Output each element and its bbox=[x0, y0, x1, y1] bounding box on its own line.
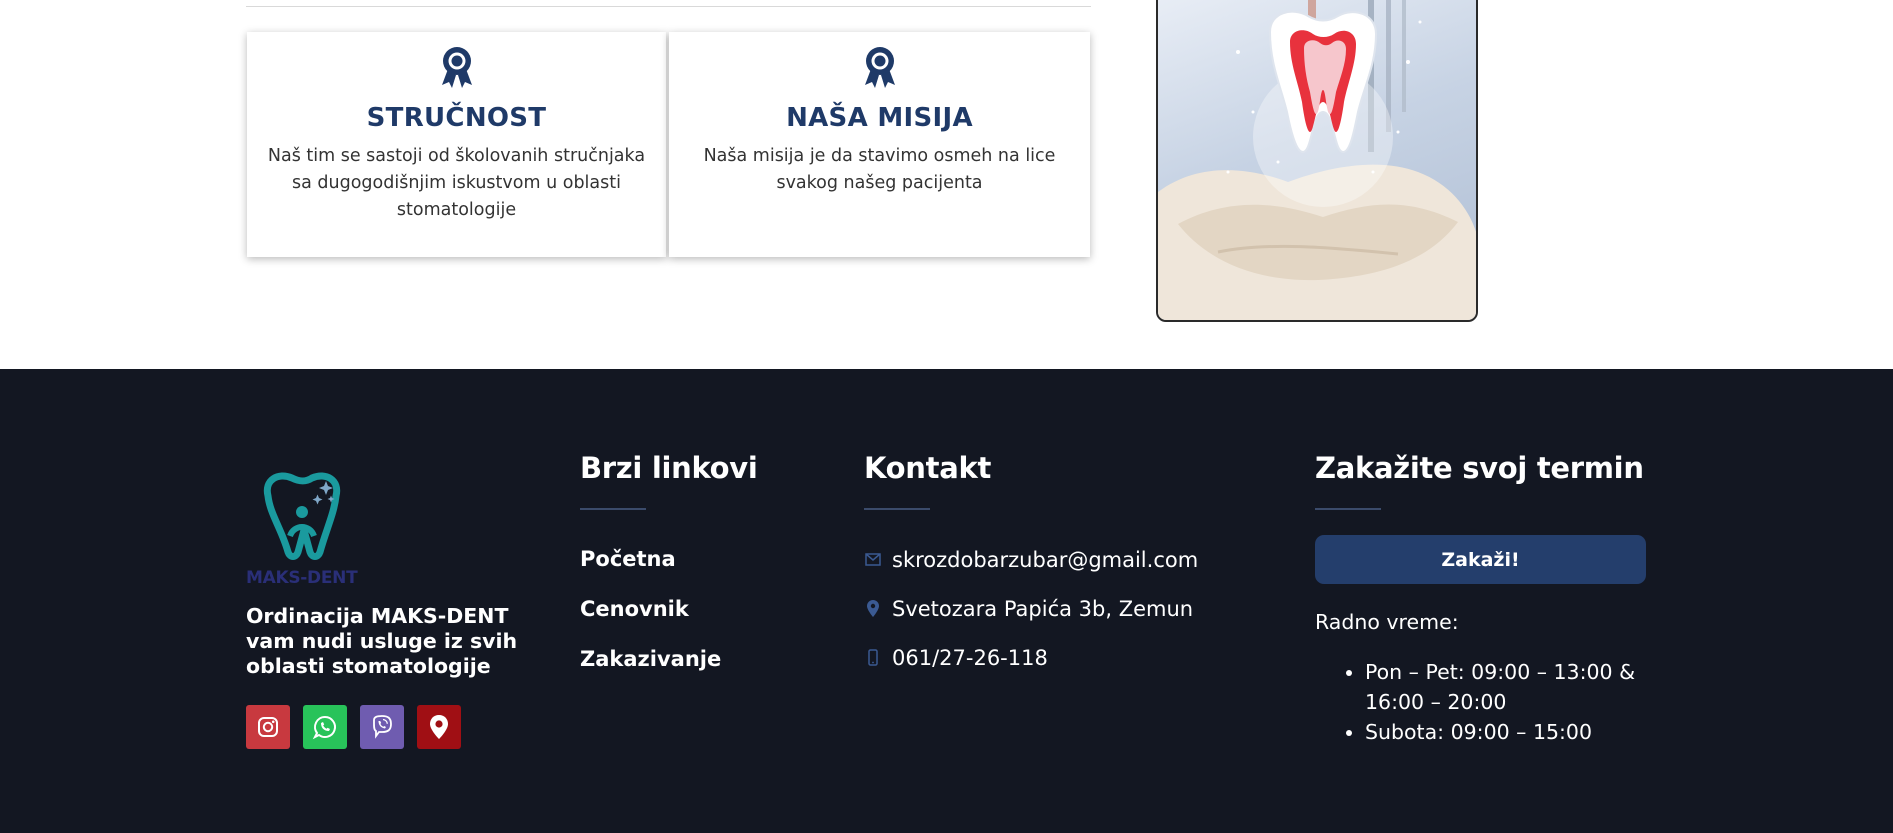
whatsapp-button[interactable] bbox=[303, 705, 347, 749]
instagram-button[interactable] bbox=[246, 705, 290, 749]
map-location-button[interactable] bbox=[417, 705, 461, 749]
mobile-phone-icon bbox=[864, 649, 881, 666]
site-footer: MAKS-DENT Ordinacija MAKS-DENT vam nudi … bbox=[0, 369, 1893, 833]
contact-email-text: skrozdobarzubar@gmail.com bbox=[892, 547, 1199, 572]
contact-phone-text: 061/27-26-118 bbox=[892, 645, 1048, 670]
maks-dent-logo[interactable]: MAKS-DENT bbox=[246, 466, 376, 588]
instagram-icon bbox=[258, 717, 278, 737]
viber-button[interactable] bbox=[360, 705, 404, 749]
book-appointment-button[interactable]: Zakaži! bbox=[1315, 535, 1646, 584]
logo-wordmark: MAKS-DENT bbox=[246, 568, 358, 588]
award-icon bbox=[441, 47, 472, 88]
feature-title: STRUČNOST bbox=[366, 103, 547, 133]
whatsapp-icon bbox=[312, 715, 336, 740]
feature-title: NAŠA MISIJA bbox=[786, 103, 973, 133]
contact-email[interactable]: skrozdobarzubar@gmail.com bbox=[864, 535, 1198, 584]
contact-address[interactable]: Svetozara Papića 3b, Zemun bbox=[864, 584, 1198, 633]
contact-list: skrozdobarzubar@gmail.com Svetozara Papi… bbox=[864, 535, 1198, 682]
location-pin-icon bbox=[864, 600, 881, 617]
tooth-hand-illustration bbox=[1158, 0, 1476, 320]
contact-phone[interactable]: 061/27-26-118 bbox=[864, 633, 1198, 682]
dental-tooth-photo bbox=[1156, 0, 1478, 322]
map-pin-icon bbox=[430, 715, 448, 739]
feature-text: Naša misija je da stavimo osmeh na lice … bbox=[703, 146, 1056, 193]
booking-title: Zakažite svoj termin bbox=[1315, 451, 1644, 485]
feature-card-mission: NAŠA MISIJA Naša misija je da stavimo os… bbox=[669, 32, 1090, 257]
feature-text: Naš tim se sastoji od školovanih stručnj… bbox=[267, 146, 646, 220]
footer-link-booking[interactable]: Zakazivanje bbox=[580, 647, 721, 697]
social-links bbox=[246, 705, 461, 749]
title-underline bbox=[580, 508, 646, 510]
about-section: STRUČNOST Naš tim se sastoji od školovan… bbox=[0, 0, 1893, 369]
section-divider bbox=[246, 6, 1091, 7]
viber-icon bbox=[373, 715, 392, 739]
title-underline bbox=[864, 508, 930, 510]
footer-link-home[interactable]: Početna bbox=[580, 547, 721, 597]
title-underline bbox=[1315, 508, 1381, 510]
working-hours-label: Radno vreme: bbox=[1315, 610, 1459, 634]
hours-weekdays: Pon – Pet: 09:00 – 13:00 & 16:00 – 20:00 bbox=[1365, 657, 1665, 717]
contact-title: Kontakt bbox=[864, 451, 992, 485]
tooth-logo-icon bbox=[263, 472, 341, 560]
working-hours-list: Pon – Pet: 09:00 – 13:00 & 16:00 – 20:00… bbox=[1365, 657, 1665, 747]
award-icon bbox=[864, 47, 895, 88]
footer-link-pricelist[interactable]: Cenovnik bbox=[580, 597, 721, 647]
envelope-icon bbox=[864, 551, 881, 568]
quick-links-title: Brzi linkovi bbox=[580, 451, 758, 485]
contact-address-text: Svetozara Papića 3b, Zemun bbox=[892, 596, 1194, 621]
quick-links-list: Početna Cenovnik Zakazivanje bbox=[580, 547, 721, 697]
hours-saturday: Subota: 09:00 – 15:00 bbox=[1365, 717, 1665, 747]
feature-card-expertise: STRUČNOST Naš tim se sastoji od školovan… bbox=[247, 32, 666, 257]
footer-description: Ordinacija MAKS-DENT vam nudi usluge iz … bbox=[246, 604, 518, 678]
